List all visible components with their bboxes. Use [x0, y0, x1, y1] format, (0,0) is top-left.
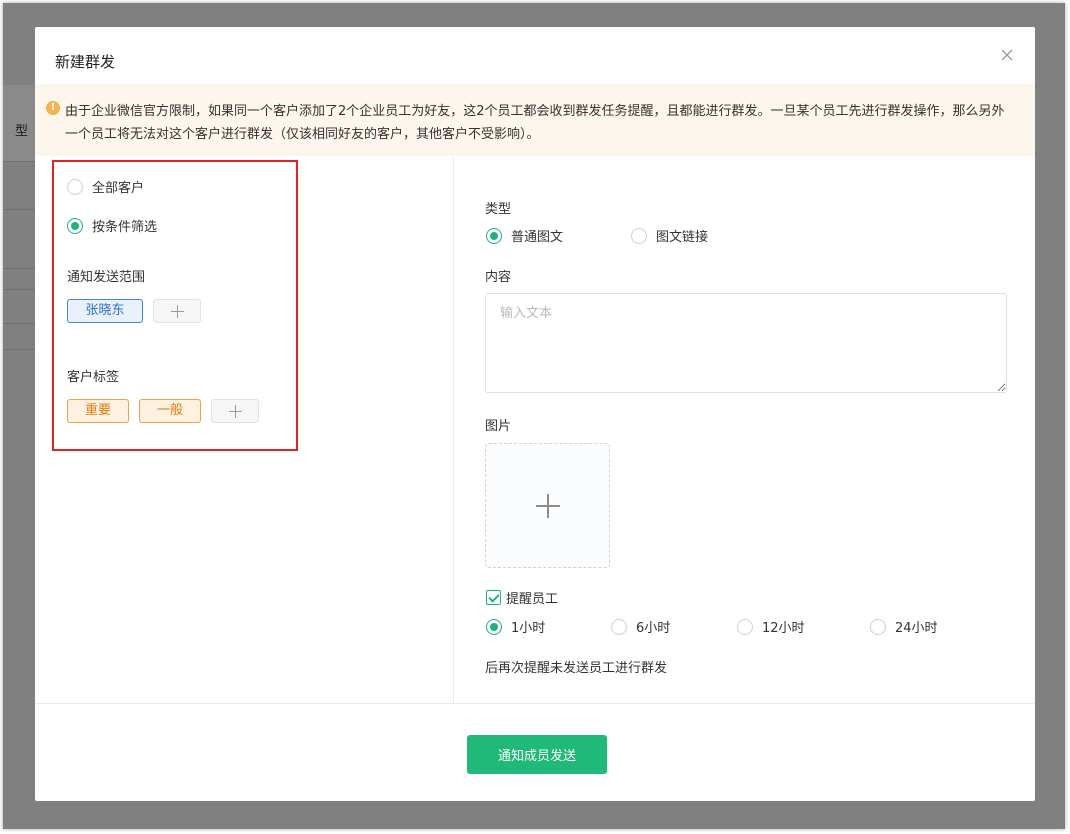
radio-circle: [611, 618, 627, 635]
radio-remind-24h[interactable]: 24小时: [870, 617, 938, 636]
radio-type-plain[interactable]: 普通图文: [486, 226, 563, 245]
warning-icon: !: [46, 101, 60, 115]
background-divider: [3, 323, 39, 324]
radio-label: 1小时: [511, 621, 546, 636]
radio-label: 24小时: [895, 621, 938, 636]
radio-label: 普通图文: [511, 230, 564, 245]
radio-label: 图文链接: [656, 230, 709, 245]
background-divider: [3, 289, 39, 290]
background-cut-text: 型: [15, 124, 29, 139]
radio-circle: [737, 618, 753, 635]
radio-label: 6小时: [636, 621, 671, 636]
radio-circle: [486, 227, 502, 244]
close-icon[interactable]: [999, 47, 1015, 63]
checkbox-label: 提醒员工: [506, 592, 559, 607]
content-textarea[interactable]: [485, 293, 1007, 393]
footer-divider: [35, 703, 1035, 704]
warning-notice: ! 由于企业微信官方限制，如果同一个客户添加了2个企业员工为好友，这2个员工都会…: [35, 84, 1035, 156]
radio-remind-6h[interactable]: 6小时: [611, 617, 670, 636]
column-divider: [453, 156, 454, 703]
remind-hint: 后再次提醒未发送员工进行群发: [485, 661, 668, 676]
radio-circle: [631, 227, 647, 244]
remind-staff-checkbox[interactable]: 提醒员工: [486, 588, 558, 607]
radio-circle: [486, 618, 502, 635]
background-divider: [3, 268, 39, 269]
image-upload[interactable]: [485, 443, 610, 568]
notify-members-send-button[interactable]: 通知成员发送: [467, 735, 607, 774]
warning-text: 由于企业微信官方限制，如果同一个客户添加了2个企业员工为好友，这2个员工都会收到…: [65, 104, 1005, 142]
background-page: 型: [3, 3, 39, 829]
dialog-title: 新建群发: [55, 53, 116, 71]
background-divider: [3, 161, 39, 162]
background-divider: [3, 209, 39, 210]
annotation-highlight-box: [52, 160, 298, 451]
image-label: 图片: [485, 419, 512, 434]
type-label: 类型: [485, 202, 512, 217]
radio-remind-12h[interactable]: 12小时: [737, 617, 805, 636]
radio-label: 12小时: [762, 621, 805, 636]
radio-remind-1h[interactable]: 1小时: [486, 617, 545, 636]
content-label: 内容: [485, 270, 512, 285]
radio-type-link[interactable]: 图文链接: [631, 226, 708, 245]
radio-circle: [870, 618, 886, 635]
checkbox-box: [486, 590, 501, 605]
background-divider: [3, 349, 39, 350]
